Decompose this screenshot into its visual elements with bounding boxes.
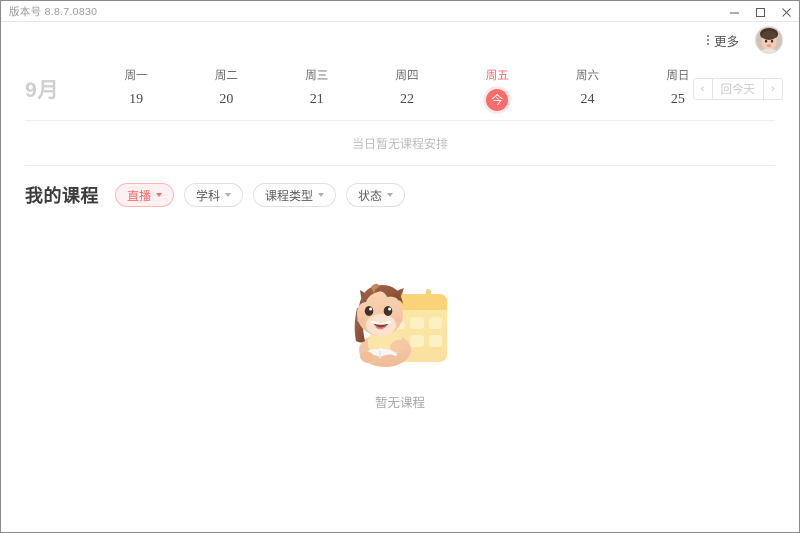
title-bar: 版本号 8.8.7.0830 (1, 0, 799, 22)
day-cell-today[interactable]: 周五 今 (452, 67, 542, 111)
filter-subject[interactable]: 学科 (184, 183, 244, 207)
pony-with-calendar-icon (341, 270, 459, 382)
week-days: 周一 19 周二 20 周三 21 周四 22 周五 今 周六 24 周日 25 (91, 67, 783, 111)
week-nav: ‹ 回今天 › (692, 78, 783, 100)
day-number: 24 (580, 92, 595, 107)
maximize-icon (755, 7, 765, 17)
week-calendar-bar: 9月 周一 19 周二 20 周三 21 周四 22 周五 今 周六 24 周日… (1, 58, 799, 120)
chevron-down-icon (225, 193, 232, 197)
filter-course-type[interactable]: 课程类型 (253, 183, 337, 207)
page-title: 我的课程 (25, 186, 99, 206)
filter-label: 学科 (196, 188, 221, 203)
filter-label: 课程类型 (265, 188, 314, 203)
courses-header: 我的课程 直播 学科 课程类型 状态 (1, 166, 799, 212)
day-name: 周三 (305, 70, 329, 82)
day-cell[interactable]: 周二 20 (181, 67, 271, 111)
day-cell[interactable]: 周六 24 (542, 67, 632, 111)
day-name: 周日 (666, 70, 690, 82)
day-name: 周五 (485, 70, 509, 82)
filter-live[interactable]: 直播 (115, 183, 175, 207)
filter-status[interactable]: 状态 (346, 183, 406, 207)
avatar[interactable] (755, 26, 783, 54)
app-window: 版本号 8.8.7.0830 更多 9月 周一 19 周二 20 周三 21 周… (0, 0, 800, 533)
empty-state-text: 暂无课程 (374, 396, 425, 410)
day-name: 周四 (395, 70, 419, 82)
next-week-button[interactable]: › (763, 78, 783, 100)
day-cell[interactable]: 周四 22 (362, 67, 452, 111)
prev-week-button[interactable]: ‹ (692, 78, 713, 100)
more-button[interactable]: 更多 (706, 31, 739, 50)
maximize-button[interactable] (747, 1, 773, 23)
version-label: 版本号 8.8.7.0830 (9, 5, 98, 18)
chevron-right-icon: › (771, 83, 775, 95)
vertical-dots-icon (706, 33, 709, 47)
minimize-button[interactable] (721, 1, 747, 23)
more-label: 更多 (713, 34, 739, 49)
filter-label: 状态 (358, 188, 383, 203)
filter-label: 直播 (127, 188, 152, 203)
day-name: 周二 (214, 70, 238, 82)
day-number: 25 (670, 92, 685, 107)
user-bar: 更多 (1, 22, 799, 58)
day-name: 周六 (576, 70, 600, 82)
day-empty-notice: 当日暂无课程安排 (351, 136, 448, 151)
avatar-photo (756, 27, 782, 53)
day-name: 周一 (124, 70, 148, 82)
day-cell[interactable]: 周一 19 (91, 67, 181, 111)
month-label: 9月 (25, 79, 60, 102)
today-badge: 今 (486, 89, 509, 111)
day-number: 20 (219, 92, 234, 107)
day-number: 21 (309, 92, 324, 107)
close-button[interactable] (773, 1, 799, 23)
chevron-left-icon: ‹ (700, 83, 705, 95)
courses-empty-state: 暂无课程 (1, 212, 799, 532)
chevron-down-icon (156, 193, 163, 197)
chevron-down-icon (387, 193, 394, 197)
chevron-down-icon (318, 193, 325, 197)
back-to-today-button[interactable]: 回今天 (712, 78, 763, 100)
close-icon (781, 7, 791, 17)
window-controls (721, 1, 799, 23)
minimize-icon (729, 12, 739, 13)
day-cell[interactable]: 周三 21 (272, 67, 362, 111)
day-number: 19 (129, 92, 144, 107)
day-number: 22 (399, 92, 414, 107)
